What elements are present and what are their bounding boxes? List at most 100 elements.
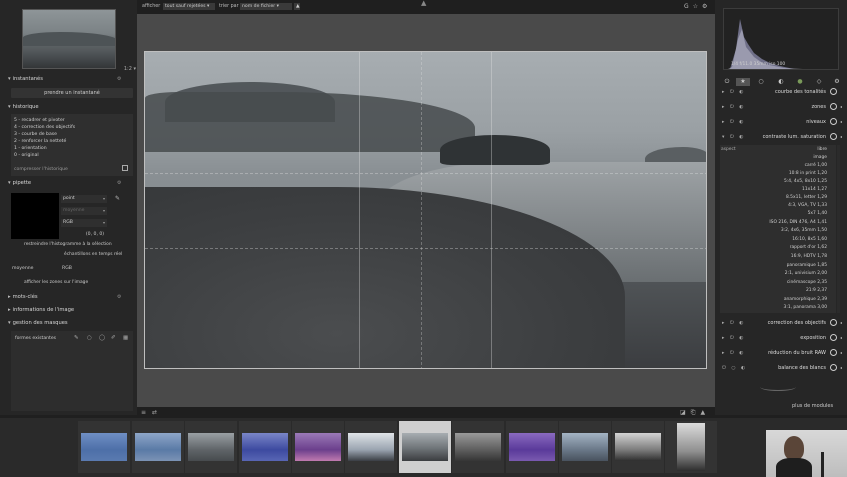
module-menu-icon[interactable]: ◂ [840, 134, 842, 139]
more-modules-button[interactable]: plus de modules [792, 403, 833, 409]
module-zones[interactable]: ▸ ⏻ ◐ zones ◂ [722, 103, 842, 113]
colorspace-select[interactable]: RGB [62, 266, 108, 273]
aspect-option[interactable]: rapport d'or 1,62 [790, 245, 827, 250]
aspect-option[interactable]: 4:3, VGA, TV 1,33 [788, 203, 827, 208]
module-menu-icon[interactable]: ◂ [840, 104, 842, 109]
image-info-header[interactable]: ▸ informations de l'image [8, 307, 74, 313]
sort-select[interactable]: nom de fichier ▾ [240, 3, 292, 10]
module-toggle-icons[interactable]: ▸ ⏻ ◐ [722, 350, 745, 356]
styles-icon[interactable]: ⇄ [152, 409, 163, 416]
preset-icon[interactable]: ⚙ [117, 294, 121, 300]
gradient-tool-icon[interactable]: ▦ [123, 335, 128, 341]
softproof-icon[interactable]: ⎗ [691, 409, 701, 416]
history-item[interactable]: 3 - courbe de base [14, 132, 57, 137]
filmstrip-thumb[interactable] [78, 421, 130, 473]
ellipse-tool-icon[interactable]: ◯ [99, 335, 105, 341]
aspect-option[interactable]: ISO 216, DIN 476, A4 1,41 [769, 220, 827, 225]
module-toggle-icons[interactable]: ⏻ ○ ◐ [722, 365, 747, 371]
grouping-icon[interactable]: G [684, 3, 693, 10]
correct-group-icon[interactable]: ◇ [812, 78, 826, 86]
picker-area-select[interactable]: moyenne ▾ [61, 207, 107, 215]
module-menu-icon[interactable]: ◂ [840, 335, 842, 340]
aspect-option[interactable]: 16:10, 8x5 1,60 [792, 237, 827, 242]
picker-header[interactable]: ▾ pipette [8, 180, 31, 186]
module-exposure[interactable]: ▸ ⏻ ◐ exposition ◂ [722, 334, 842, 344]
module-menu-icon[interactable]: ◂ [840, 320, 842, 325]
live-samples-label[interactable]: échantillons en temps réel [64, 252, 122, 257]
path-tool-icon[interactable]: ✎ [74, 335, 79, 341]
filmstrip-thumb[interactable] [559, 421, 611, 473]
module-toggle-icons[interactable]: ▸ ⏻ ◐ [722, 335, 745, 341]
picker-mode-select[interactable]: point ▾ [61, 195, 107, 203]
aspect-option[interactable]: panoramique 1,85 [787, 263, 827, 268]
aspect-option[interactable]: cinémascope 2,35 [787, 280, 827, 285]
filmstrip-thumb[interactable] [292, 421, 344, 473]
filmstrip-thumb[interactable] [185, 421, 237, 473]
aspect-option[interactable]: libre [817, 147, 827, 152]
module-menu-icon[interactable]: ◂ [840, 365, 842, 370]
color-picker-icon[interactable]: ✎ [115, 195, 120, 202]
module-toggle-icons[interactable]: ▾ ⏻ ◐ [722, 134, 745, 140]
tone-group-icon[interactable]: ◐ [774, 78, 788, 86]
take-snapshot-button[interactable]: prendre un instantané [11, 88, 133, 98]
filmstrip-thumb[interactable] [665, 421, 717, 473]
filmstrip-thumb[interactable] [345, 421, 397, 473]
module-contrast[interactable]: ▾ ⏻ ◐ contraste lum. saturation ◂ [722, 133, 842, 143]
aspect-option[interactable]: carré 1,00 [805, 163, 827, 168]
aspect-option[interactable]: 10:8 in print 1,20 [789, 171, 827, 176]
filmstrip-thumb-selected[interactable] [399, 421, 451, 473]
aspect-option[interactable]: 16:9, HDTV 1,78 [791, 254, 827, 259]
preset-icon[interactable]: ⚙ [117, 76, 121, 82]
collapse-top-arrow-icon[interactable]: ▲ [421, 0, 426, 7]
filmstrip-thumb[interactable] [452, 421, 504, 473]
gear-icon[interactable]: ⚙ [702, 3, 711, 10]
history-item[interactable]: 0 - original [14, 153, 39, 158]
history-header[interactable]: ▾ historique [8, 104, 39, 110]
edit-icon[interactable] [122, 165, 128, 171]
show-zones-checkbox[interactable]: afficher les zones sur l'image [24, 280, 88, 285]
module-tone-curve[interactable]: ▸ ⏻ ◐ courbe des tonalités [722, 88, 842, 98]
module-toggle-icons[interactable]: ▸ ⏻ ◐ [722, 89, 745, 95]
aspect-option[interactable]: 8.5x11, letter 1,29 [786, 195, 827, 200]
power-icon[interactable]: ⏻ [720, 78, 734, 86]
main-image[interactable] [144, 51, 707, 369]
circle-tool-icon[interactable]: ○ [87, 335, 92, 341]
filmstrip-thumb[interactable] [239, 421, 291, 473]
module-menu-icon[interactable]: ◂ [840, 119, 842, 124]
stat-select[interactable]: moyenne [12, 266, 60, 273]
aspect-option[interactable]: 21:9 2,37 [806, 288, 827, 293]
preset-icon[interactable]: ⚙ [117, 180, 121, 186]
aspect-option[interactable]: image [813, 155, 827, 160]
restrict-histogram-checkbox[interactable]: restreindre l'histogramme à la sélection [24, 242, 112, 247]
filmstrip-thumb[interactable] [132, 421, 184, 473]
history-item[interactable]: 4 - correction des objectifs [14, 125, 75, 130]
aspect-option[interactable]: 3:1, panorama 3,00 [784, 305, 827, 310]
aspect-option[interactable]: 11x14 1,27 [802, 187, 827, 192]
picker-colorspace-select[interactable]: RGB ▾ [61, 219, 107, 227]
aspect-option[interactable]: 2:1, univisium 2,00 [785, 271, 827, 276]
aspect-option[interactable]: anamorphique 2,39 [784, 297, 827, 302]
module-raw-denoise[interactable]: ▸ ⏻ ◐ réduction du bruit RAW ◂ [722, 349, 842, 359]
history-item[interactable]: 2 - renforcer la netteté [14, 139, 66, 144]
tags-header[interactable]: ▸ mots-clés [8, 294, 38, 300]
favorites-icon[interactable]: ★ [736, 78, 750, 86]
basic-group-icon[interactable]: ○ [754, 78, 768, 86]
gamut-icon[interactable]: ▲ [700, 409, 710, 416]
history-item[interactable]: 1 - orientation [14, 146, 47, 151]
masks-header[interactable]: ▾ gestion des masques [8, 320, 68, 326]
aspect-option[interactable]: 3:2, 4x6, 35mm 1,50 [781, 228, 827, 233]
module-toggle-icons[interactable]: ▸ ⏻ ◐ [722, 320, 745, 326]
histogram[interactable] [723, 8, 839, 70]
star-icon[interactable]: ☆ [693, 3, 702, 10]
module-menu-icon[interactable]: ◂ [840, 350, 842, 355]
module-white-balance[interactable]: ⏻ ○ ◐ balance des blancs ◂ [722, 364, 842, 374]
filmstrip-thumb[interactable] [612, 421, 664, 473]
presets-icon[interactable]: ≡ [141, 409, 152, 416]
sort-order-icon[interactable]: ▲ [294, 3, 300, 10]
aspect-scrollbar[interactable] [837, 145, 840, 313]
navigator-thumbnail[interactable] [22, 9, 116, 69]
aspect-option[interactable]: 5:4, 4x5, 8x10 1,25 [784, 179, 827, 184]
history-item[interactable]: 5 - recadrer et pivoter [14, 118, 65, 123]
overexposed-icon[interactable]: ◪ [680, 409, 691, 416]
color-group-icon[interactable]: ● [793, 78, 807, 86]
